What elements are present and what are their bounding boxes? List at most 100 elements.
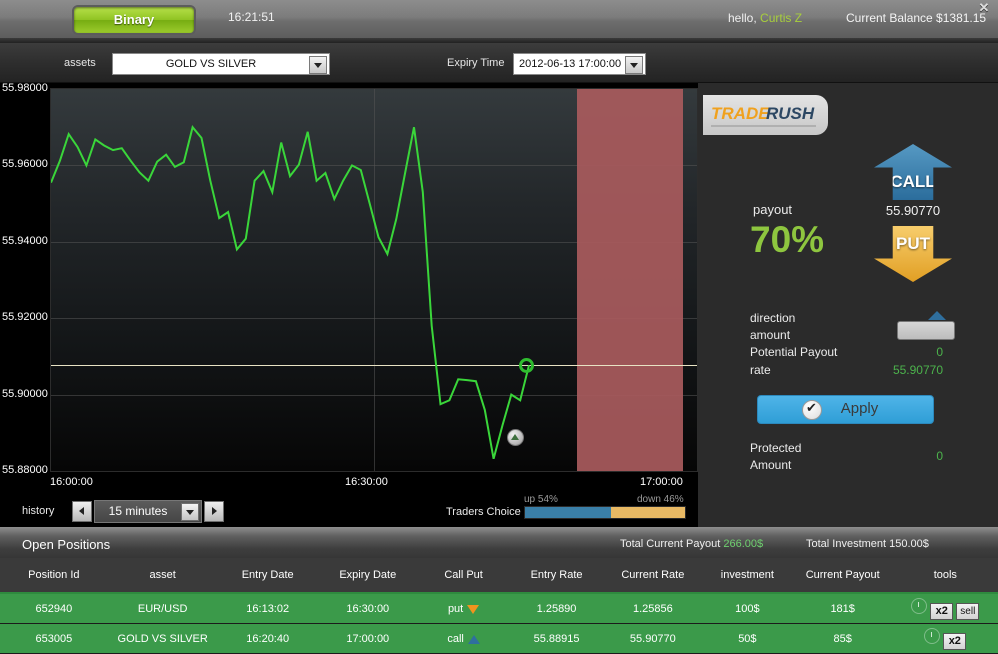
cell-position-id: 653005 [0,623,108,654]
arrow-up-icon [467,634,480,644]
column-header-call-put: Call Put [417,558,510,594]
total-current-payout: Total Current Payout 266.00$ [620,538,763,550]
cell-asset: EUR/USD [107,593,218,624]
cell-expiry-date: 17:00:00 [317,623,418,654]
total-investment: Total Investment 150.00$ [806,538,929,550]
server-clock: 16:21:51 [228,10,275,24]
history-next-button[interactable] [204,501,224,522]
cell-entry-date: 16:20:40 [217,623,318,654]
logo-underline [711,125,816,127]
clock-icon[interactable] [924,627,941,644]
asset-select-value: GOLD VS SILVER [165,58,257,70]
asset-select[interactable]: GOLD VS SILVER [112,53,330,75]
amount-input[interactable] [897,321,955,340]
greeting: hello, Curtis Z [728,11,802,25]
close-icon[interactable]: ✕ [976,1,992,16]
top-bar: Binary 16:21:51 hello, Curtis Z Current … [0,0,998,39]
timeframe-value: 15 minutes [108,504,168,518]
protected-amount-label-line1: Protected [750,441,802,455]
positions-table: Position Id asset Entry Date Expiry Date Cal… [0,558,998,654]
column-header-tools: tools [892,558,998,594]
column-header-current-payout: Current Payout [792,558,893,594]
y-axis-tick: 55.98000 [2,82,48,94]
column-header-entry-date: Entry Date [217,558,318,594]
rate-label: rate [750,363,771,377]
call-button[interactable]: CALL [874,144,952,200]
chart-plot[interactable] [50,88,698,472]
table-header-row: Position Id asset Entry Date Expiry Date Cal… [0,558,998,594]
cell-expiry-date: 16:30:00 [317,593,418,624]
username: Curtis Z [760,11,803,25]
timeframe-select[interactable]: 15 minutes [94,500,202,523]
cell-current-payout: 181$ [792,593,893,624]
x-axis-tick: 17:00:00 [640,476,683,488]
column-header-position-id: Position Id [0,558,108,594]
current-rate-display: 55.90770 [885,203,941,218]
cell-entry-rate: 1.25890 [509,593,604,624]
protected-amount-label-line2: Amount [750,458,792,472]
trading-app: Binary 16:21:51 hello, Curtis Z Current … [0,0,998,654]
column-header-entry-rate: Entry Rate [509,558,604,594]
put-button[interactable]: PUT [874,226,952,282]
apply-button[interactable]: Apply [757,395,934,424]
table-body: 652940 EUR/USD 16:13:02 16:30:00 put 1.25890 1… [0,593,998,654]
cell-call-put: put [417,593,510,624]
y-axis-tick: 55.94000 [2,234,48,247]
traders-choice-bar [524,506,686,519]
chevron-down-icon[interactable] [309,56,327,74]
traders-choice-up-fill [525,507,612,518]
protected-amount-value: 0 [936,449,943,463]
payout-percent: 70% [750,219,825,260]
total-current-payout-label: Total Current Payout [620,538,724,550]
price-line-series [51,125,530,460]
cell-position-id: 652940 [0,593,108,624]
entry-point-marker [506,429,524,447]
y-axis-tick: 55.96000 [2,158,48,171]
call-button-label: CALL [890,172,936,191]
trade-panel: TRADE RUSH CALL 55.90770 PUT payout 70% … [698,83,998,527]
history-prev-button[interactable] [72,501,92,522]
column-header-investment: investment [701,558,793,594]
traders-choice-down-label: down 46% [637,494,684,505]
table-row[interactable]: 652940 EUR/USD 16:13:02 16:30:00 put 1.25890 1… [0,593,998,624]
cell-entry-date: 16:13:02 [217,593,318,624]
clock-icon[interactable] [911,597,928,614]
greeting-text: hello, [728,11,761,25]
y-axis-tick: 55.92000 [2,311,48,324]
column-header-asset: asset [107,558,218,594]
current-balance: Current Balance $1381.15 [846,11,987,25]
x-axis-tick: 16:30:00 [345,476,388,488]
direction-up-icon [928,311,946,320]
double-up-button[interactable]: x2 [930,602,954,620]
total-current-payout-value: 266.00$ [723,538,764,550]
cell-investment: 100$ [701,593,793,624]
chevron-down-icon[interactable] [625,56,643,74]
potential-payout-value: 0 [936,345,943,359]
traders-choice-up-label: up 54% [524,494,558,505]
assets-label: assets [64,57,96,69]
x-axis-tick: 16:00:00 [50,476,93,488]
cell-asset: GOLD VS SILVER [107,623,218,654]
chart-area: 55.98000 55.96000 55.94000 55.92000 55.90000… [0,82,698,495]
cell-investment: 50$ [701,623,793,654]
direction-label: direction [750,311,796,325]
sell-button[interactable]: sell [956,602,980,620]
cell-current-rate: 55.90770 [603,623,702,654]
payout-label: payout [753,202,793,217]
cell-entry-rate: 55.88915 [509,623,604,654]
binary-tab-button[interactable]: Binary [72,5,196,35]
traders-choice-label: Traders Choice [446,506,521,518]
cell-tools: x2 sell [892,593,998,624]
column-header-expiry-date: Expiry Date [317,558,418,594]
history-label: history [22,505,55,517]
table-row[interactable]: 653005 GOLD VS SILVER 16:20:40 17:00:00 call… [0,623,998,654]
arrow-down-icon [467,604,480,614]
cell-current-payout: 85$ [792,623,893,654]
expiry-time-label: Expiry Time [447,57,505,69]
chevron-down-icon[interactable] [181,503,199,521]
logo-text-trade: TRADE [711,104,770,123]
traderush-logo: TRADE RUSH [703,95,828,135]
potential-payout-label: Potential Payout [750,345,838,359]
grid-line-horizontal [51,471,697,472]
expiry-time-select[interactable]: 2012-06-13 17:00:00 [513,53,646,75]
